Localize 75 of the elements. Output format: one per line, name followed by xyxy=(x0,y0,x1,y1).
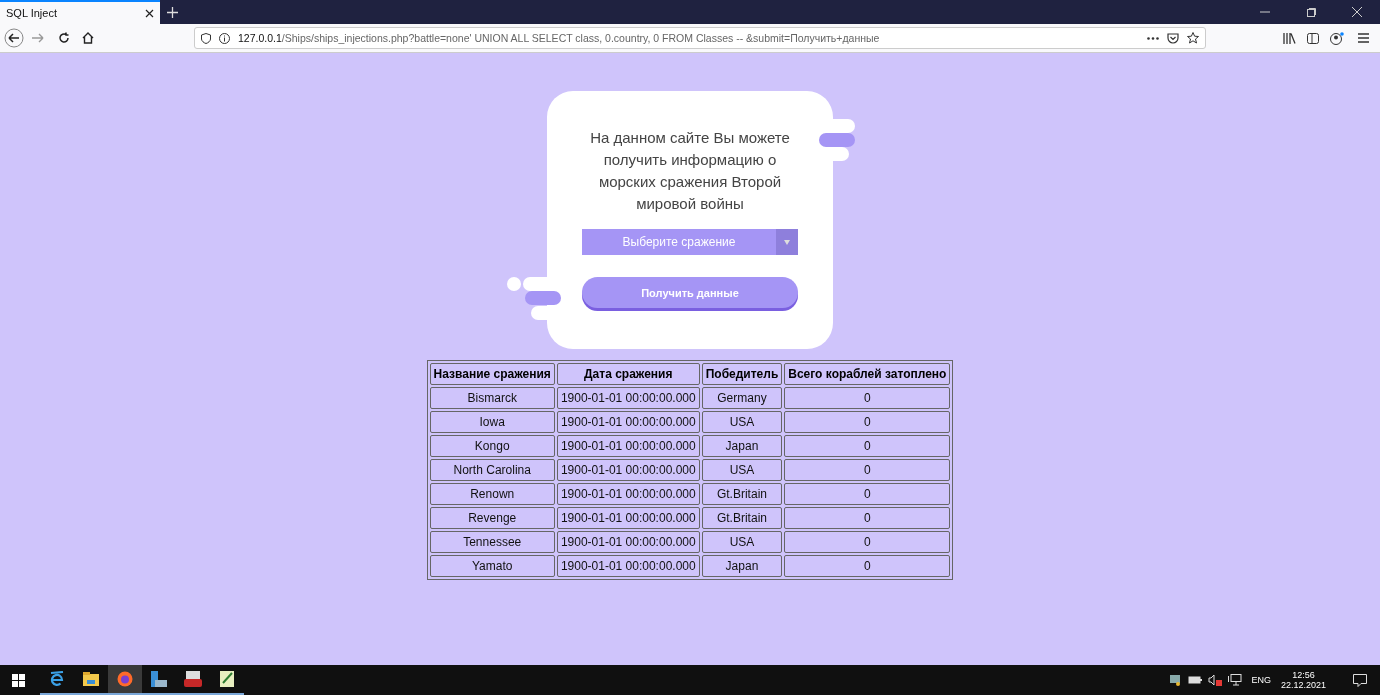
decorative-pill xyxy=(525,291,561,305)
intro-text: На данном сайте Вы можете получить информацию о морских сражения Второй мировой войны xyxy=(590,128,790,214)
table-cell: Tennessee xyxy=(429,531,555,553)
close-icon[interactable] xyxy=(145,8,154,18)
decorative-pill xyxy=(819,133,855,147)
table-cell: Yamato xyxy=(429,555,555,577)
table-cell: Revenge xyxy=(429,507,555,529)
table-cell: North Carolina xyxy=(429,459,555,481)
table-cell: 0 xyxy=(784,411,951,433)
windows-start-icon[interactable] xyxy=(11,673,25,687)
table-cell: 0 xyxy=(784,387,951,409)
library-icon[interactable] xyxy=(1282,32,1296,44)
table-cell: 1900-01-01 00:00:00.000 xyxy=(556,555,700,577)
shield-icon xyxy=(201,32,211,44)
notepad-icon xyxy=(219,670,235,688)
pocket-icon[interactable] xyxy=(1167,32,1179,44)
table-cell: Renown xyxy=(429,483,555,505)
folder-icon xyxy=(83,672,99,686)
dropdown-arrow-icon xyxy=(784,239,790,245)
table-cell: Germany xyxy=(701,387,783,409)
browser-e-icon xyxy=(49,671,65,687)
column-header: Название сражения xyxy=(429,363,555,385)
table-cell: 1900-01-01 00:00:00.000 xyxy=(556,531,700,553)
table-cell: 1900-01-01 00:00:00.000 xyxy=(556,435,700,457)
table-cell: 1900-01-01 00:00:00.000 xyxy=(556,507,700,529)
table-cell: 0 xyxy=(784,555,951,577)
column-header: Победитель xyxy=(701,363,783,385)
table-cell: 0 xyxy=(784,483,951,505)
new-tab-icon[interactable] xyxy=(166,6,178,18)
restore-icon[interactable] xyxy=(1306,7,1316,17)
star-icon[interactable] xyxy=(1187,32,1199,44)
table-cell: Gt.Britain xyxy=(701,483,783,505)
table-cell: 0 xyxy=(784,531,951,553)
column-header: Всего кораблей затоплено xyxy=(784,363,951,385)
table-cell: USA xyxy=(701,459,783,481)
table-cell: USA xyxy=(701,411,783,433)
table-cell: 1900-01-01 00:00:00.000 xyxy=(556,483,700,505)
speaker-muted-icon[interactable] xyxy=(1208,674,1223,686)
table-cell: 0 xyxy=(784,435,951,457)
clock-time: 12:56 xyxy=(1292,670,1315,680)
back-icon[interactable] xyxy=(4,28,24,48)
table-cell: 1900-01-01 00:00:00.000 xyxy=(556,459,700,481)
table-cell: 1900-01-01 00:00:00.000 xyxy=(556,387,700,409)
server-icon xyxy=(150,670,168,688)
menu-icon[interactable] xyxy=(1357,33,1369,43)
table-cell: Japan xyxy=(701,555,783,577)
browser-tab[interactable]: SQL Inject xyxy=(0,0,160,24)
table-cell: Iowa xyxy=(429,411,555,433)
table-cell: Japan xyxy=(701,435,783,457)
table-cell: USA xyxy=(701,531,783,553)
network-icon[interactable] xyxy=(1228,674,1243,686)
reload-icon[interactable] xyxy=(58,32,70,44)
account-icon[interactable] xyxy=(1330,31,1344,45)
column-header: Дата сражения xyxy=(556,363,700,385)
table-cell: 0 xyxy=(784,459,951,481)
decorative-dot xyxy=(507,277,521,291)
url-text: 127.0.0.1/Ships/ships_injections.php?battle=none' UNION ALL SELECT class, 0.country, 0 FROM Classes -- &submit=Получить+данные xyxy=(238,32,880,44)
more-icon[interactable] xyxy=(1147,36,1159,40)
table-cell: Kongo xyxy=(429,435,555,457)
notifications-icon[interactable] xyxy=(1353,673,1367,687)
toolbox-icon xyxy=(184,671,202,687)
forward-icon[interactable] xyxy=(32,33,44,43)
table-cell: Gt.Britain xyxy=(701,507,783,529)
table-cell: 1900-01-01 00:00:00.000 xyxy=(556,411,700,433)
clock-date: 22.12.2021 xyxy=(1280,680,1326,690)
table-cell: Bismarck xyxy=(429,387,555,409)
address-bar[interactable]: 127.0.0.1/Ships/ships_injections.php?battle=none' UNION ALL SELECT class, 0.country, 0 FROM Classes -- &submit=Получить+данные xyxy=(194,27,1206,49)
table-cell: 0 xyxy=(784,507,951,529)
network-drive-icon[interactable] xyxy=(1169,674,1182,686)
language-indicator[interactable]: ENG xyxy=(1251,675,1271,685)
home-icon[interactable] xyxy=(82,32,94,44)
sidebar-icon[interactable] xyxy=(1307,32,1319,44)
firefox-icon xyxy=(117,671,133,687)
info-icon xyxy=(219,32,230,44)
battery-icon[interactable] xyxy=(1188,676,1203,684)
